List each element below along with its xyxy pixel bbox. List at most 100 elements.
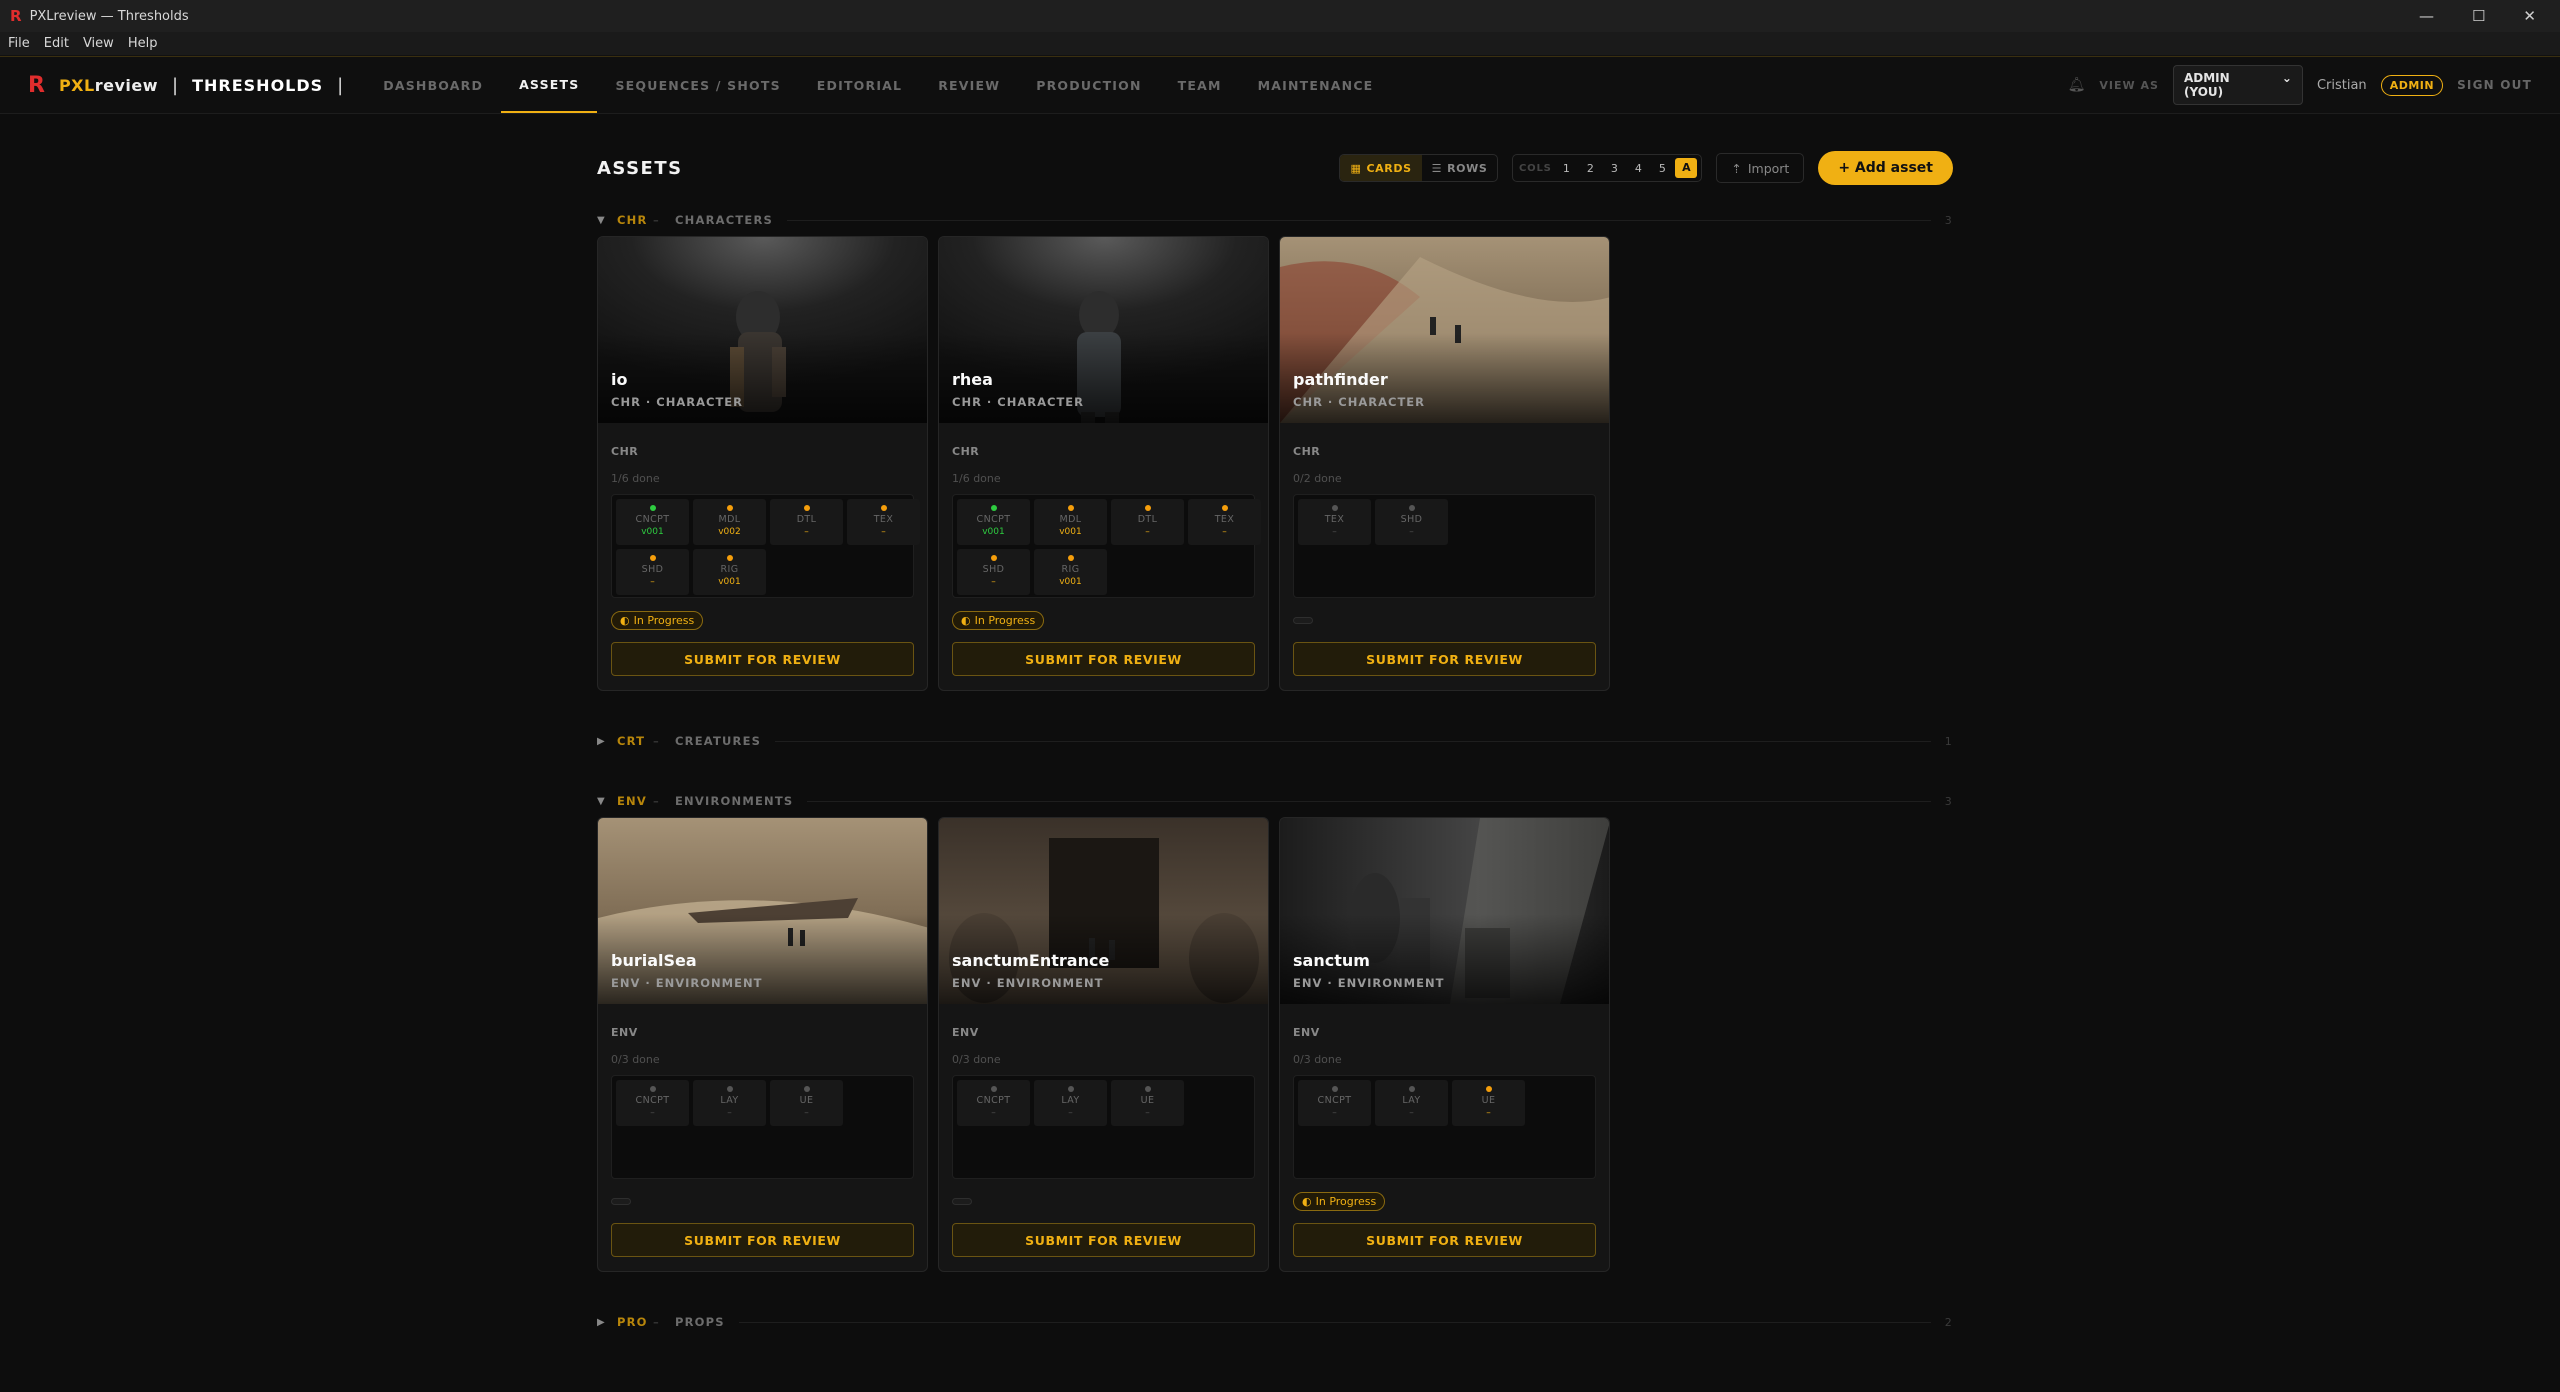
- task-cell-cncpt[interactable]: CNCPT –: [1298, 1080, 1371, 1126]
- asset-card[interactable]: burialSea ENV · ENVIRONMENT ENV 0/3 done…: [597, 817, 928, 1272]
- section-header[interactable]: ▶ CRT – CREATURES 1: [597, 729, 1953, 753]
- brand-logo-icon[interactable]: R: [28, 73, 45, 98]
- close-icon[interactable]: ✕: [2523, 7, 2536, 25]
- task-cell-mdl[interactable]: MDL v001: [1034, 499, 1107, 545]
- toolbar: ▦ CARDS ☰ ROWS COLS 1 2 3 4 5 A ⇡ Import + Add as…: [1339, 151, 1953, 185]
- menu-file[interactable]: File: [8, 36, 30, 51]
- submit-for-review-button[interactable]: SUBMIT FOR REVIEW: [952, 1223, 1255, 1257]
- task-cell-dtl[interactable]: DTL –: [770, 499, 843, 545]
- asset-card[interactable]: pathfinder CHR · CHARACTER CHR 0/2 done …: [1279, 236, 1610, 691]
- task-cell-tex[interactable]: TEX –: [847, 499, 920, 545]
- task-cell-lay[interactable]: LAY –: [1034, 1080, 1107, 1126]
- asset-thumbnail[interactable]: pathfinder CHR · CHARACTER: [1280, 237, 1609, 423]
- task-cell-cncpt[interactable]: CNCPT –: [957, 1080, 1030, 1126]
- task-cell-ue[interactable]: UE –: [1452, 1080, 1525, 1126]
- chevron-right-icon[interactable]: ▶: [597, 1317, 617, 1328]
- cols-option-4[interactable]: 4: [1627, 162, 1649, 175]
- cols-option-a[interactable]: A: [1675, 158, 1698, 178]
- import-button[interactable]: ⇡ Import: [1716, 153, 1805, 183]
- task-cell-shd[interactable]: SHD –: [957, 549, 1030, 595]
- asset-card[interactable]: sanctum ENV · ENVIRONMENT ENV 0/3 done C…: [1279, 817, 1610, 1272]
- nav-tab-dashboard[interactable]: DASHBOARD: [365, 57, 501, 113]
- task-cell-shd[interactable]: SHD –: [616, 549, 689, 595]
- done-count: 1/6 done: [611, 472, 660, 485]
- section-code: CRT: [617, 734, 646, 748]
- task-cell-lay[interactable]: LAY –: [693, 1080, 766, 1126]
- asset-thumbnail[interactable]: io CHR · CHARACTER: [598, 237, 927, 423]
- task-cell-tex[interactable]: TEX –: [1188, 499, 1261, 545]
- view-as-select[interactable]: ADMIN (YOU) ⌄: [2172, 65, 2303, 105]
- asset-thumbnail[interactable]: burialSea ENV · ENVIRONMENT: [598, 818, 927, 1004]
- task-cell-cncpt[interactable]: CNCPT v001: [616, 499, 689, 545]
- task-label: LAY: [1402, 1095, 1421, 1106]
- asset-name: io: [611, 370, 628, 389]
- task-label: LAY: [1061, 1095, 1080, 1106]
- maximize-icon[interactable]: ☐: [2472, 7, 2485, 25]
- task-cell-cncpt[interactable]: CNCPT –: [616, 1080, 689, 1126]
- project-name[interactable]: THRESHOLDS: [192, 76, 323, 95]
- cols-option-2[interactable]: 2: [1579, 162, 1601, 175]
- nav-tab-editorial[interactable]: EDITORIAL: [799, 57, 920, 113]
- menu-edit[interactable]: Edit: [44, 36, 69, 51]
- task-cell-mdl[interactable]: MDL v002: [693, 499, 766, 545]
- nav-tab-production[interactable]: PRODUCTION: [1018, 57, 1159, 113]
- asset-card[interactable]: sanctumEntrance ENV · ENVIRONMENT ENV 0/…: [938, 817, 1269, 1272]
- sign-out-link[interactable]: SIGN OUT: [2457, 78, 2532, 92]
- cols-option-3[interactable]: 3: [1603, 162, 1625, 175]
- status-dot: [1408, 1086, 1415, 1092]
- status-badge: ◐ In Progress: [611, 611, 704, 630]
- submit-for-review-button[interactable]: SUBMIT FOR REVIEW: [1293, 642, 1596, 676]
- asset-card[interactable]: rhea CHR · CHARACTER CHR 1/6 done CNCPT …: [938, 236, 1269, 691]
- task-label: SHD: [1400, 514, 1423, 525]
- task-cell-rig[interactable]: RIG v001: [693, 549, 766, 595]
- bell-icon[interactable]: 🔔︎: [2068, 77, 2086, 93]
- task-label: LAY: [720, 1095, 739, 1106]
- menu-view[interactable]: View: [83, 36, 114, 51]
- minimize-icon[interactable]: —: [2419, 7, 2434, 25]
- nav-tab-assets[interactable]: ASSETS: [501, 57, 598, 113]
- add-asset-button[interactable]: + Add asset: [1818, 151, 1953, 185]
- asset-thumbnail[interactable]: rhea CHR · CHARACTER: [939, 237, 1268, 423]
- menu-help[interactable]: Help: [128, 36, 158, 51]
- status-dot: [1331, 505, 1338, 511]
- window-titlebar: R PXLreview — Thresholds — ☐ ✕: [0, 0, 2560, 32]
- task-cell-dtl[interactable]: DTL –: [1111, 499, 1184, 545]
- cols-option-1[interactable]: 1: [1555, 162, 1577, 175]
- task-cell-ue[interactable]: UE –: [1111, 1080, 1184, 1126]
- status-row: [952, 1190, 1255, 1210]
- submit-for-review-button[interactable]: SUBMIT FOR REVIEW: [611, 1223, 914, 1257]
- status-dot: [803, 505, 810, 511]
- nav-tab-review[interactable]: REVIEW: [920, 57, 1018, 113]
- chevron-right-icon[interactable]: ▶: [597, 736, 617, 747]
- status-row: [1293, 609, 1596, 629]
- cols-option-5[interactable]: 5: [1651, 162, 1673, 175]
- section-name: CREATURES: [675, 734, 762, 748]
- asset-thumbnail[interactable]: sanctumEntrance ENV · ENVIRONMENT: [939, 818, 1268, 1004]
- nav-tab-team[interactable]: TEAM: [1160, 57, 1240, 113]
- chevron-down-icon[interactable]: ▼: [597, 796, 617, 807]
- asset-thumbnail[interactable]: sanctum ENV · ENVIRONMENT: [1280, 818, 1609, 1004]
- task-cell-lay[interactable]: LAY –: [1375, 1080, 1448, 1126]
- nav-tab-maintenance[interactable]: MAINTENANCE: [1240, 57, 1392, 113]
- task-label: DTL: [1137, 514, 1158, 525]
- asset-card[interactable]: io CHR · CHARACTER CHR 1/6 done CNCPT v0…: [597, 236, 928, 691]
- list-icon: ☰: [1431, 161, 1443, 175]
- task-cell-cncpt[interactable]: CNCPT v001: [957, 499, 1030, 545]
- rows-view-button[interactable]: ☰ ROWS: [1422, 155, 1498, 181]
- task-cell-rig[interactable]: RIG v001: [1034, 549, 1107, 595]
- submit-for-review-button[interactable]: SUBMIT FOR REVIEW: [611, 642, 914, 676]
- nav-tab-sequences-shots[interactable]: SEQUENCES / SHOTS: [597, 57, 798, 113]
- task-cell-tex[interactable]: TEX –: [1298, 499, 1371, 545]
- section-header[interactable]: ▶ PRO – PROPS 2: [597, 1310, 1953, 1334]
- cards-view-button[interactable]: ▦ CARDS: [1340, 155, 1422, 181]
- task-cell-shd[interactable]: SHD –: [1375, 499, 1448, 545]
- section-header[interactable]: ▼ ENV – ENVIRONMENTS 3: [597, 789, 1953, 813]
- submit-for-review-button[interactable]: SUBMIT FOR REVIEW: [1293, 1223, 1596, 1257]
- task-cell-ue[interactable]: UE –: [770, 1080, 843, 1126]
- task-version: v002: [718, 527, 741, 537]
- status-dot: [1144, 1086, 1151, 1092]
- brand-name[interactable]: PXLreview: [59, 76, 158, 95]
- submit-for-review-button[interactable]: SUBMIT FOR REVIEW: [952, 642, 1255, 676]
- chevron-down-icon[interactable]: ▼: [597, 215, 617, 226]
- section-header[interactable]: ▼ CHR – CHARACTERS 3: [597, 208, 1953, 232]
